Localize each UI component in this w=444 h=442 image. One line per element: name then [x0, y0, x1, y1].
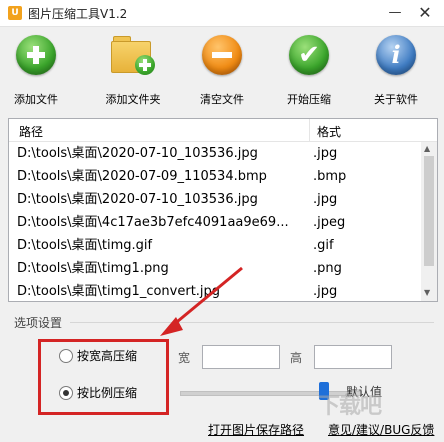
annotation-arrow [160, 266, 243, 336]
watermark-logo: 下载吧 [318, 394, 382, 419]
